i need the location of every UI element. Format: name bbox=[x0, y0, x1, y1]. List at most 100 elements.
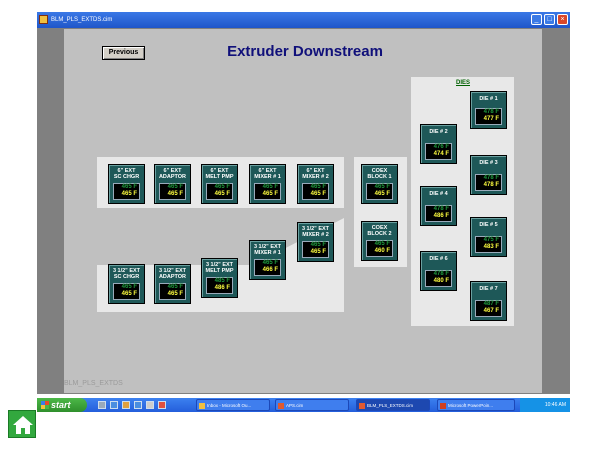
quicklaunch-explorer-icon[interactable] bbox=[146, 401, 154, 409]
tile-label: 6" EXT ADAPTOR bbox=[158, 168, 187, 180]
tile-label: DIE # 3 bbox=[479, 160, 498, 166]
readout: 465 F 465 F bbox=[113, 283, 140, 300]
quicklaunch-powerpoint-icon[interactable] bbox=[158, 401, 166, 409]
readout: 487 F 467 F bbox=[475, 300, 502, 317]
setpoint-value: 465 F bbox=[310, 184, 326, 190]
tile-die-1[interactable]: DIE # 1 478 F 477 F bbox=[470, 91, 507, 129]
tile-6ext-mixer-1[interactable]: 6" EXT MIXER # 1 465 F 465 F bbox=[249, 164, 286, 204]
setpoint-value: 465 F bbox=[262, 184, 278, 190]
tile-label: DIE # 2 bbox=[429, 129, 448, 135]
tile-3-5ext-melt-pmp[interactable]: 3 1/2" EXT MELT PMP 485 F 486 F bbox=[201, 258, 238, 298]
tile-label: DIE # 4 bbox=[429, 191, 448, 197]
process-value: 474 F bbox=[433, 151, 449, 157]
cimplicity-icon bbox=[278, 403, 284, 409]
powerpoint-icon bbox=[440, 403, 446, 409]
quicklaunch-desktop-icon[interactable] bbox=[98, 401, 106, 409]
process-value: 465 F bbox=[167, 291, 183, 297]
setpoint-value: 465 F bbox=[374, 184, 390, 190]
readout: 485 F 486 F bbox=[206, 277, 233, 294]
setpoint-value: 465 F bbox=[121, 184, 137, 190]
setpoint-value: 465 F bbox=[121, 284, 137, 290]
tile-6ext-mixer-2[interactable]: 6" EXT MIXER # 2 465 F 465 F bbox=[297, 164, 334, 204]
tile-3-5ext-mixer-1[interactable]: 3 1/2" EXT MIXER # 1 465 F 466 F bbox=[249, 240, 286, 280]
readout: 465 F 460 F bbox=[366, 240, 393, 257]
tile-6ext-melt-pmp[interactable]: 6" EXT MELT PMP 465 F 465 F bbox=[201, 164, 238, 204]
tile-label: 6" EXT MELT PMP bbox=[205, 168, 234, 180]
setpoint-value: 465 F bbox=[374, 241, 390, 247]
readout: 478 F 486 F bbox=[425, 205, 452, 222]
task-blm-pls-extds[interactable]: BLM_PLS_EXTDS.cim bbox=[356, 399, 430, 411]
tile-label: DIE # 1 bbox=[479, 96, 498, 102]
task-powerpoint[interactable]: Microsoft PowerPoin... bbox=[437, 399, 515, 411]
tile-die-5[interactable]: DIE # 5 475 F 483 F bbox=[470, 217, 507, 257]
setpoint-value: 475 F bbox=[483, 237, 499, 243]
tile-coex-block-1[interactable]: COEX BLOCK 1 465 F 465 F bbox=[361, 164, 398, 204]
readout: 465 F 465 F bbox=[159, 183, 186, 200]
setpoint-value: 465 F bbox=[167, 284, 183, 290]
tile-label: 3 1/2" EXT MIXER # 1 bbox=[253, 244, 282, 256]
dies-label: DIES bbox=[455, 80, 470, 86]
setpoint-value: 487 F bbox=[483, 301, 499, 307]
process-value: 486 F bbox=[214, 285, 230, 291]
setpoint-value: 478 F bbox=[483, 175, 499, 181]
process-value: 478 F bbox=[483, 182, 499, 188]
close-button[interactable]: × bbox=[557, 14, 568, 25]
task-label: APS.cim bbox=[286, 403, 304, 408]
tile-label: 3 1/2" EXT MIXER # 2 bbox=[301, 226, 330, 238]
screen-name-label: BLM_PLS_EXTDS bbox=[64, 380, 123, 387]
task-label: Microsoft PowerPoin... bbox=[448, 403, 494, 408]
tile-label: COEX BLOCK 1 bbox=[367, 168, 392, 180]
maximize-button[interactable]: □ bbox=[544, 14, 555, 25]
quicklaunch-browser-icon[interactable] bbox=[110, 401, 118, 409]
clock[interactable]: 10:46 AM bbox=[545, 402, 566, 408]
task-label: BLM_PLS_EXTDS.cim bbox=[367, 403, 414, 408]
setpoint-value: 465 F bbox=[214, 184, 230, 190]
tile-die-4[interactable]: DIE # 4 478 F 486 F bbox=[420, 186, 457, 226]
readout: 478 F 477 F bbox=[475, 108, 502, 125]
process-value: 486 F bbox=[433, 213, 449, 219]
process-value: 465 F bbox=[310, 249, 326, 255]
tile-label: DIE # 5 bbox=[479, 222, 498, 228]
tile-3-5ext-mixer-2[interactable]: 3 1/2" EXT MIXER # 2 465 F 465 F bbox=[297, 222, 334, 262]
tile-die-7[interactable]: DIE # 7 487 F 467 F bbox=[470, 281, 507, 321]
house-icon bbox=[13, 416, 33, 434]
tile-6ext-sc-chgr[interactable]: 6" EXT SC CHGR 465 F 465 F bbox=[108, 164, 145, 204]
window-title-bar[interactable]: BLM_PLS_EXTDS.cim bbox=[37, 12, 570, 28]
process-value: 477 F bbox=[483, 116, 499, 122]
process-value: 465 F bbox=[121, 291, 137, 297]
process-value: 465 F bbox=[262, 191, 278, 197]
setpoint-value: 478 F bbox=[483, 109, 499, 115]
minimize-button[interactable]: _ bbox=[531, 14, 542, 25]
tile-label: DIE # 6 bbox=[429, 256, 448, 262]
tile-3-5ext-adaptor[interactable]: 3 1/2" EXT ADAPTOR 465 F 465 F bbox=[154, 264, 191, 304]
tile-label: 6" EXT MIXER # 2 bbox=[302, 168, 329, 180]
setpoint-value: 485 F bbox=[214, 278, 230, 284]
readout: 478 F 480 F bbox=[425, 270, 452, 287]
process-value: 466 F bbox=[262, 267, 278, 273]
outlook-icon bbox=[199, 403, 205, 409]
tile-label: 6" EXT SC CHGR bbox=[113, 168, 140, 180]
tile-label: DIE # 7 bbox=[479, 286, 498, 292]
app-icon bbox=[39, 15, 48, 24]
readout: 475 F 483 F bbox=[475, 236, 502, 253]
tile-die-6[interactable]: DIE # 6 478 F 480 F bbox=[420, 251, 457, 291]
windows-logo-icon bbox=[41, 401, 49, 409]
process-value: 467 F bbox=[483, 308, 499, 314]
tile-coex-block-2[interactable]: COEX BLOCK 2 465 F 460 F bbox=[361, 221, 398, 261]
tile-3-5ext-sc-chgr[interactable]: 3 1/2" EXT SC CHGR 465 F 465 F bbox=[108, 264, 145, 304]
readout: 465 F 465 F bbox=[302, 183, 329, 200]
tile-die-3[interactable]: DIE # 3 478 F 478 F bbox=[470, 155, 507, 195]
process-value: 483 F bbox=[483, 244, 499, 250]
task-inbox[interactable]: Inbox - Microsoft Ou... bbox=[196, 399, 270, 411]
home-icon[interactable] bbox=[8, 410, 36, 438]
quicklaunch-outlook-icon[interactable] bbox=[134, 401, 142, 409]
tile-label: 3 1/2" EXT ADAPTOR bbox=[158, 268, 187, 280]
readout: 478 F 478 F bbox=[475, 174, 502, 191]
quicklaunch-app-icon[interactable] bbox=[122, 401, 130, 409]
tile-6ext-adaptor[interactable]: 6" EXT ADAPTOR 465 F 465 F bbox=[154, 164, 191, 204]
tile-die-2[interactable]: DIE # 2 476 F 474 F bbox=[420, 124, 457, 164]
cimplicity-icon bbox=[359, 403, 365, 409]
previous-button[interactable]: Previous bbox=[102, 46, 145, 60]
process-value: 465 F bbox=[167, 191, 183, 197]
task-aps[interactable]: APS.cim bbox=[275, 399, 349, 411]
